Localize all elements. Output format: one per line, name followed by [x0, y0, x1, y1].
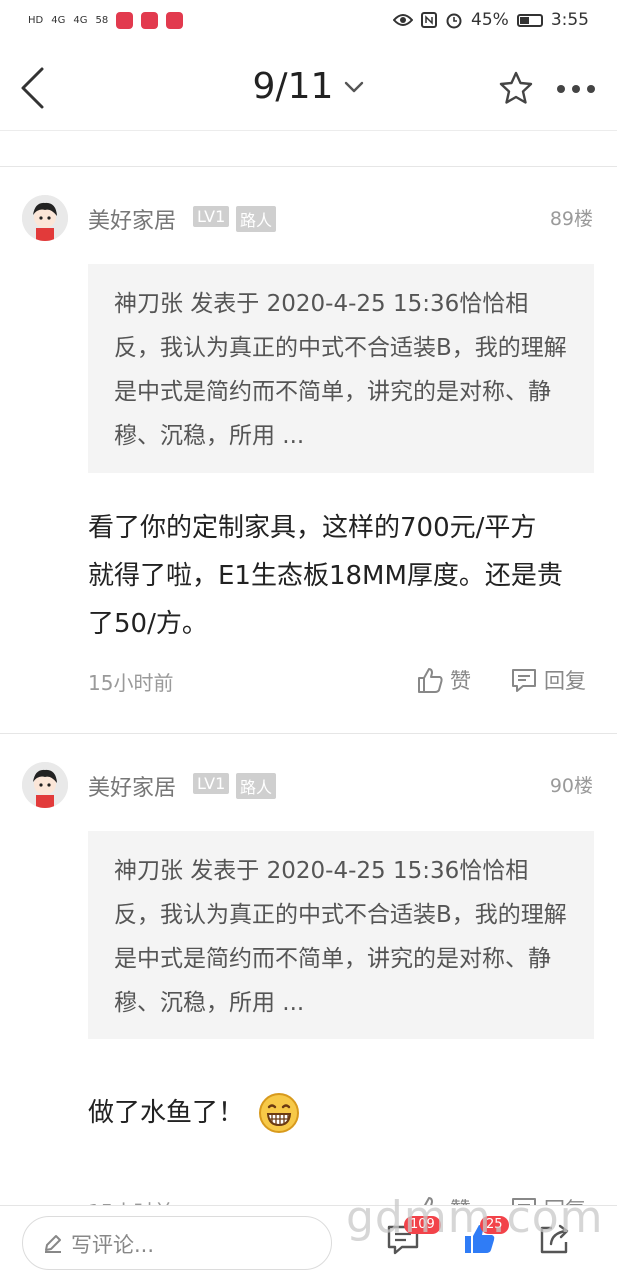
- comment-post: 美好家居 LV1 路人 89楼 神刀张 发表于 2020-4-25 15:36恰…: [0, 167, 617, 733]
- notification-app-icon: [166, 12, 184, 29]
- app-58-indicator: 58: [95, 15, 109, 26]
- favorite-button[interactable]: [498, 70, 534, 110]
- notification-app-icon: [116, 12, 134, 29]
- more-dots-icon: [557, 85, 595, 93]
- comment-placeholder: 写评论...: [71, 1233, 155, 1257]
- signal-4g-1: 4G: [51, 15, 66, 26]
- watermark: gdmm.com: [346, 1192, 604, 1243]
- clock: 3:55: [550, 10, 589, 30]
- comment-bubble-icon: [512, 669, 536, 692]
- pencil-icon: [45, 1235, 61, 1253]
- avatar-cartoon-icon: [22, 195, 68, 241]
- floor-number: 90楼: [549, 775, 593, 797]
- comment-text: 做了水鱼了！: [88, 1098, 245, 1128]
- alarm-icon: [446, 13, 462, 29]
- status-right: 45% 3:55: [393, 10, 589, 30]
- avatar[interactable]: [22, 762, 68, 808]
- comment-input[interactable]: 写评论...: [22, 1216, 332, 1270]
- floor-number: 89楼: [549, 208, 593, 230]
- rank-badge: 路人: [236, 206, 277, 232]
- comment-post: 美好家居 LV1 路人 90楼 神刀张 发表于 2020-4-25 15:36恰…: [0, 734, 617, 1224]
- comment-content: 做了水鱼了！: [88, 1089, 568, 1137]
- quoted-reply[interactable]: 神刀张 发表于 2020-4-25 15:36恰恰相反，我认为真正的中式不合适装…: [88, 264, 594, 473]
- battery-percent: 45%: [471, 10, 509, 30]
- quote-text: 神刀张 发表于 2020-4-25 15:36恰恰相反，我认为真正的中式不合适装…: [114, 858, 567, 1016]
- status-left: HD 4G 4G 58: [28, 12, 184, 29]
- like-button[interactable]: 赞: [416, 665, 471, 695]
- more-options-button[interactable]: [556, 80, 596, 99]
- comment-content: 看了你的定制家具，这样的700元/平方 就得了啦，E1生态板18MM厚度。还是贵…: [88, 513, 563, 639]
- avatar[interactable]: [22, 195, 68, 241]
- avatar-cartoon-icon: [22, 762, 68, 808]
- thumbs-up-icon: [418, 668, 443, 693]
- username[interactable]: 美好家居: [88, 203, 176, 235]
- star-icon: [499, 71, 533, 104]
- level-badge: LV1: [193, 773, 230, 794]
- rank-badge: 路人: [236, 773, 277, 799]
- battery-icon: [516, 13, 543, 27]
- page-indicator[interactable]: 9/11: [253, 66, 334, 107]
- reply-button[interactable]: 回复: [510, 665, 586, 695]
- status-bar: HD 4G 4G 58 45% 3:55: [0, 0, 617, 46]
- top-navigation-bar: 9/11: [0, 46, 617, 131]
- signal-4g-2: 4G: [73, 15, 88, 26]
- notification-app-icon: [141, 12, 159, 29]
- hd-indicator: HD: [28, 15, 44, 26]
- nfc-icon: [421, 12, 438, 28]
- eye-icon: [393, 14, 414, 26]
- quoted-reply[interactable]: 神刀张 发表于 2020-4-25 15:36恰恰相反，我认为真正的中式不合适装…: [88, 831, 594, 1039]
- quote-text: 神刀张 发表于 2020-4-25 15:36恰恰相反，我认为真正的中式不合适装…: [114, 291, 567, 449]
- chevron-down-icon: [345, 81, 364, 92]
- grinning-face-emoji-icon: [259, 1093, 300, 1133]
- like-label: 赞: [450, 669, 471, 693]
- username[interactable]: 美好家居: [88, 770, 176, 802]
- level-badge: LV1: [193, 206, 230, 227]
- reply-label: 回复: [544, 669, 586, 693]
- post-time: 15小时前: [88, 671, 174, 695]
